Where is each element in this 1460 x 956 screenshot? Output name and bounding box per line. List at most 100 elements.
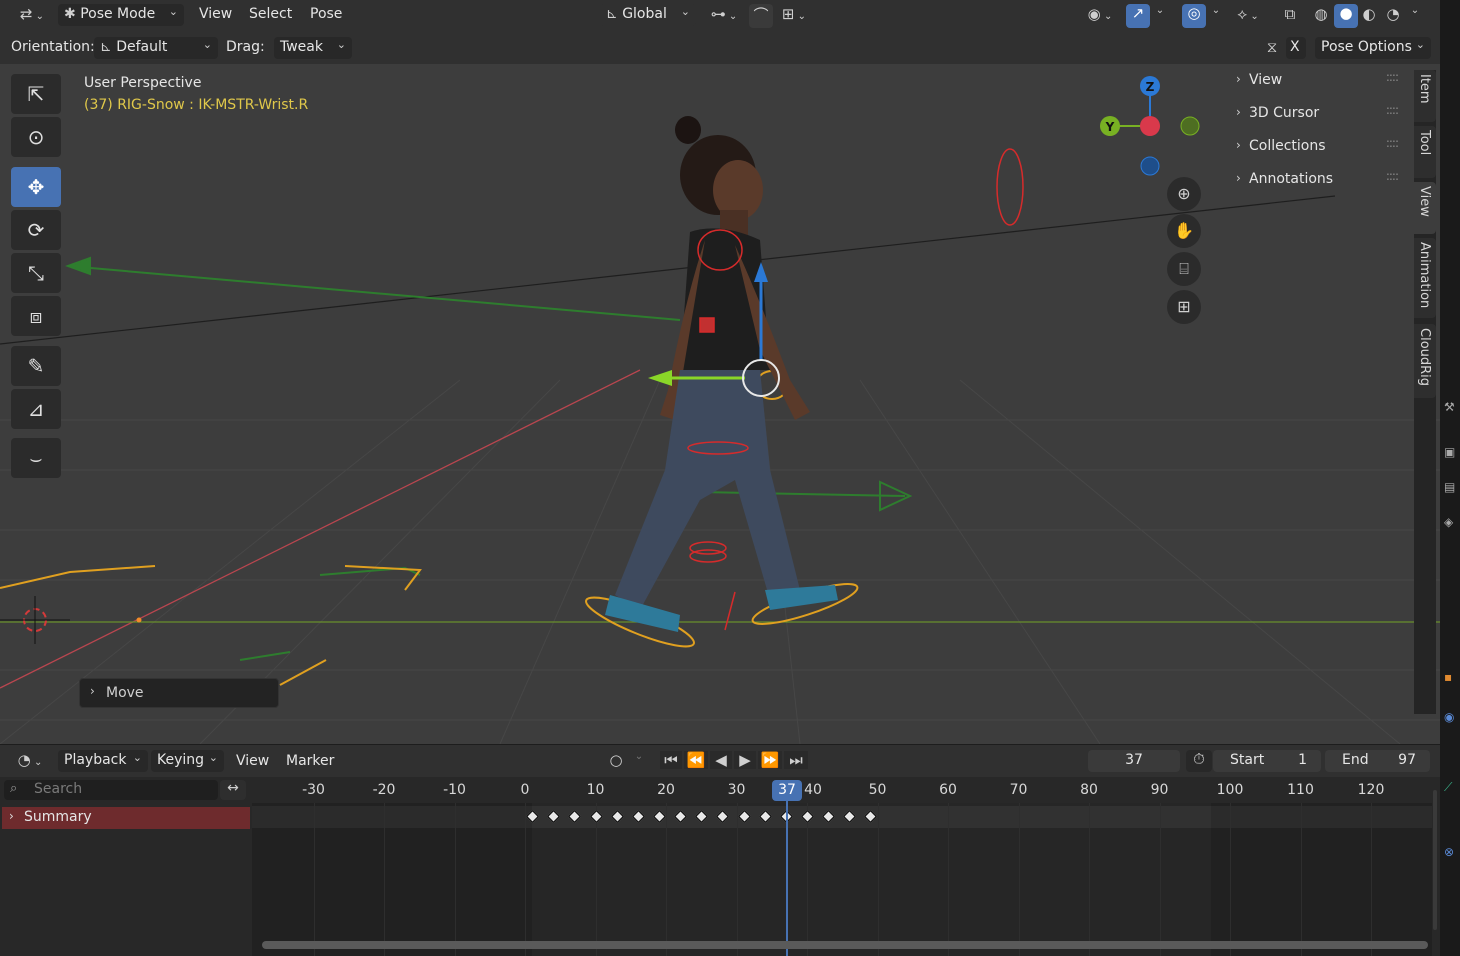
orientation-icon: ⊾ [100,39,117,55]
snap-toggle[interactable]: ⌒ [749,4,773,28]
ruler-tick-label: 80 [1080,782,1098,798]
drag-dropdown[interactable]: Tweak ⌄ [274,37,352,59]
rotate-tool-icon[interactable]: ⟳ [11,210,61,250]
tab-item[interactable]: Item [1414,70,1436,122]
start-frame-field[interactable]: Start 1 [1213,750,1321,772]
gizmo-dropdown[interactable]: ⌄ [1152,5,1168,16]
ruler-gridline [877,803,879,956]
constraint-props-icon[interactable]: ◉ [1444,710,1454,724]
gizmo-z-label: Z [1146,80,1155,94]
timeline-editor-type-button[interactable]: ◔ ⌄ [12,751,48,769]
prev-keyframe-icon[interactable]: ⏪ [684,751,708,769]
rendered-shading-button[interactable]: ◔ [1382,5,1404,23]
grid-perspective-icon[interactable]: ⊞ [1167,290,1201,324]
drag-grip-icon[interactable]: :::: [1386,103,1399,117]
drag-grip-icon[interactable]: :::: [1386,169,1399,183]
shading-options-dropdown[interactable]: ⌄ [1406,5,1424,16]
move-tool-icon[interactable]: ✥ [11,167,61,207]
tool-settings-header: Orientation: ⊾ Default ⌄ Drag: Tweak ⌄ ⧖… [0,32,1440,64]
summary-channel[interactable]: › Summary [2,807,250,829]
pose-options-dropdown[interactable]: Pose Options ⌄ [1315,37,1431,59]
playhead-frame-indicator[interactable]: 37 [772,780,802,801]
bone-overlay-button[interactable]: ⟡ ⌄ [1230,5,1266,23]
select-box-tool-icon[interactable]: ⇱ [11,74,61,114]
pan-hand-icon[interactable]: ✋ [1167,214,1201,248]
gizmo-toggle[interactable]: ↗ [1126,4,1150,28]
navigation-gizmo[interactable]: Z Y [1095,72,1205,182]
tab-cloudrig[interactable]: CloudRig [1414,324,1436,398]
timeline-scrollbar[interactable] [262,941,1428,949]
snap-target-button[interactable]: ⊞ ⌄ [776,5,812,23]
channel-search-field[interactable]: ⌕ Search [4,780,218,800]
pivot-point-button[interactable]: ⊶ ⌄ [706,5,742,23]
play-reverse-icon[interactable]: ◀ [710,751,732,769]
drag-grip-icon[interactable]: :::: [1386,70,1399,84]
auto-keying-toggle[interactable]: ○ [606,751,626,769]
timeline-header: ◔ ⌄ Playback ⌄ Keying ⌄ View Marker ○ ⌄ ⏮ … [0,745,1440,777]
scale-tool-icon[interactable]: ⤡ [11,253,61,293]
overlays-dropdown[interactable]: ⌄ [1208,5,1224,16]
chevron-down-icon: ⌄ [336,38,346,51]
npanel-section-collections[interactable]: › Collections :::: [1232,135,1402,161]
data-props-icon[interactable]: ⊗ [1444,845,1454,859]
object-props-icon[interactable]: ▪ [1444,670,1452,684]
next-keyframe-icon[interactable]: ⏩ [758,751,782,769]
measure-tool-icon[interactable]: ⊿ [11,389,61,429]
ruler-tick-label: 120 [1357,782,1385,798]
bone-props-icon[interactable]: ⟋ [1444,780,1452,795]
3d-viewport[interactable]: User Perspective (37) RIG-Snow : IK-MSTR… [0,64,1440,744]
tab-tool[interactable]: Tool [1414,126,1436,178]
orientation-dropdown[interactable]: ⊾ Default ⌄ [94,37,218,59]
npanel-section-view[interactable]: › View :::: [1232,69,1402,95]
visibility-button[interactable]: ◉ ⌄ [1082,5,1118,23]
transform-orientation-dropdown[interactable]: ⊾ Global ⌄ [600,4,696,26]
x-mirror-toggle[interactable]: X [1286,37,1306,59]
render-props-icon[interactable]: ▣ [1444,445,1455,459]
jump-end-icon[interactable]: ⏭ [784,751,808,769]
tab-animation[interactable]: Animation [1414,238,1436,318]
playback-menu[interactable]: Playback ⌄ [58,750,148,772]
menu-pose[interactable]: Pose [310,6,342,22]
npanel-section-3d-cursor[interactable]: › 3D Cursor :::: [1232,102,1402,128]
cursor-tool-icon[interactable]: ⊙ [11,117,61,157]
annotate-tool-icon[interactable]: ✎ [11,346,61,386]
solid-shading-button[interactable]: ● [1334,4,1358,28]
tab-view[interactable]: View [1414,182,1436,234]
menu-view[interactable]: View [199,6,232,22]
timeline-vertical-scrollbar[interactable] [1433,790,1437,930]
ruler-gridline [1300,803,1302,956]
mode-dropdown[interactable]: ✱ Pose Mode ⌄ [58,4,184,26]
mirror-icon[interactable]: ⧖ [1262,38,1282,56]
tool-props-icon[interactable]: ⚒ [1444,400,1455,414]
last-operator-panel[interactable]: › Move [79,678,279,708]
auto-keying-dropdown[interactable]: ⌄ [630,751,648,762]
ruler-tick-label: 60 [939,782,957,798]
npanel-section-annotations[interactable]: › Annotations :::: [1232,168,1402,194]
keying-menu[interactable]: Keying ⌄ [151,750,224,772]
menu-select[interactable]: Select [249,6,292,22]
ruler-tick-label: 70 [1009,782,1028,798]
zoom-icon[interactable]: ⊕ [1167,177,1201,211]
jump-start-icon[interactable]: ⏮ [660,751,682,769]
timeline-menu-marker[interactable]: Marker [286,753,334,769]
xray-toggle[interactable]: ⧉ [1279,5,1301,23]
material-shading-button[interactable]: ◐ [1358,5,1380,23]
stopwatch-icon[interactable]: ⏱ [1186,750,1212,772]
swap-channels-icon[interactable]: ↔ [220,780,246,800]
overlays-toggle[interactable]: ◎ [1182,4,1206,28]
current-frame-field[interactable]: 37 [1088,750,1180,772]
scene-props-icon[interactable]: ◈ [1444,515,1453,529]
end-frame-field[interactable]: End 97 [1325,750,1430,772]
output-props-icon[interactable]: ▤ [1444,480,1455,494]
ruler-tick-label: -30 [302,782,325,798]
timeline-menu-view[interactable]: View [236,753,269,769]
play-icon[interactable]: ▶ [734,751,756,769]
viewport-header: ⇄ ⌄ ✱ Pose Mode ⌄ View Select Pose ⊾ Glo… [0,0,1440,32]
editor-type-button[interactable]: ⇄ ⌄ [14,5,50,23]
transform-tool-icon[interactable]: ⧈ [11,296,61,336]
drag-grip-icon[interactable]: :::: [1386,136,1399,150]
camera-icon[interactable]: ⌸ [1167,252,1201,286]
relax-tool-icon[interactable]: ⌣ [11,438,61,478]
ruler-gridline [807,803,808,956]
wireframe-shading-button[interactable]: ◍ [1310,5,1332,23]
